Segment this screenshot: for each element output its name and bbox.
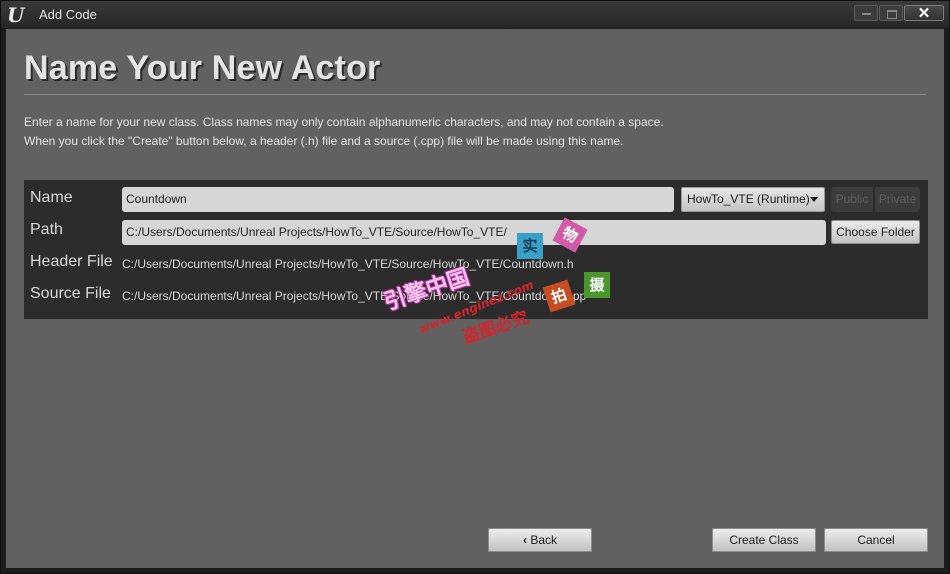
watermark-stamp: 实 <box>517 233 543 259</box>
public-toggle[interactable]: Public <box>831 187 874 212</box>
watermark-stamp: 摄 <box>584 272 610 298</box>
description-line-2: When you click the "Create" button below… <box>24 134 624 148</box>
chevron-down-icon <box>810 197 818 202</box>
name-label: Name <box>30 189 73 206</box>
description-line-1: Enter a name for your new class. Class n… <box>24 115 664 129</box>
path-label: Path <box>30 221 63 238</box>
chevron-left-icon: ‹ <box>522 533 527 547</box>
choose-folder-button[interactable]: Choose Folder <box>831 220 920 244</box>
minimize-icon <box>862 13 871 15</box>
maximize-button[interactable] <box>879 5 903 21</box>
minimize-button[interactable] <box>854 5 878 21</box>
header-file-label: Header File <box>30 253 113 270</box>
page-title: Name Your New Actor <box>24 49 381 87</box>
close-icon: ✕ <box>917 5 931 22</box>
private-toggle[interactable]: Private <box>875 187 920 212</box>
header-file-path: C:/Users/Documents/Unreal Projects/HowTo… <box>122 257 574 271</box>
title-divider <box>24 94 926 95</box>
window-title: Add Code <box>39 7 97 22</box>
class-settings-panel: Name HowTo_VTE (Runtime) Public Private … <box>24 180 928 319</box>
dialog-content: Name Your New Actor Enter a name for you… <box>6 29 944 568</box>
back-button[interactable]: ‹ Back <box>488 528 592 552</box>
unreal-logo-icon: U <box>7 3 25 27</box>
module-dropdown[interactable]: HowTo_VTE (Runtime) <box>681 187 825 212</box>
title-bar[interactable]: U Add Code ✕ <box>1 1 949 28</box>
back-label: Back <box>530 533 558 547</box>
class-name-input[interactable] <box>122 187 674 212</box>
add-code-dialog: U Add Code ✕ Name Your New Actor Enter a… <box>0 0 950 574</box>
source-file-label: Source File <box>30 285 111 302</box>
maximize-icon <box>887 10 897 19</box>
cancel-button[interactable]: Cancel <box>824 528 928 552</box>
close-button[interactable]: ✕ <box>904 5 944 22</box>
module-dropdown-value: HowTo_VTE (Runtime) <box>687 192 810 206</box>
create-class-button[interactable]: Create Class <box>712 528 816 552</box>
path-input[interactable] <box>122 220 826 245</box>
